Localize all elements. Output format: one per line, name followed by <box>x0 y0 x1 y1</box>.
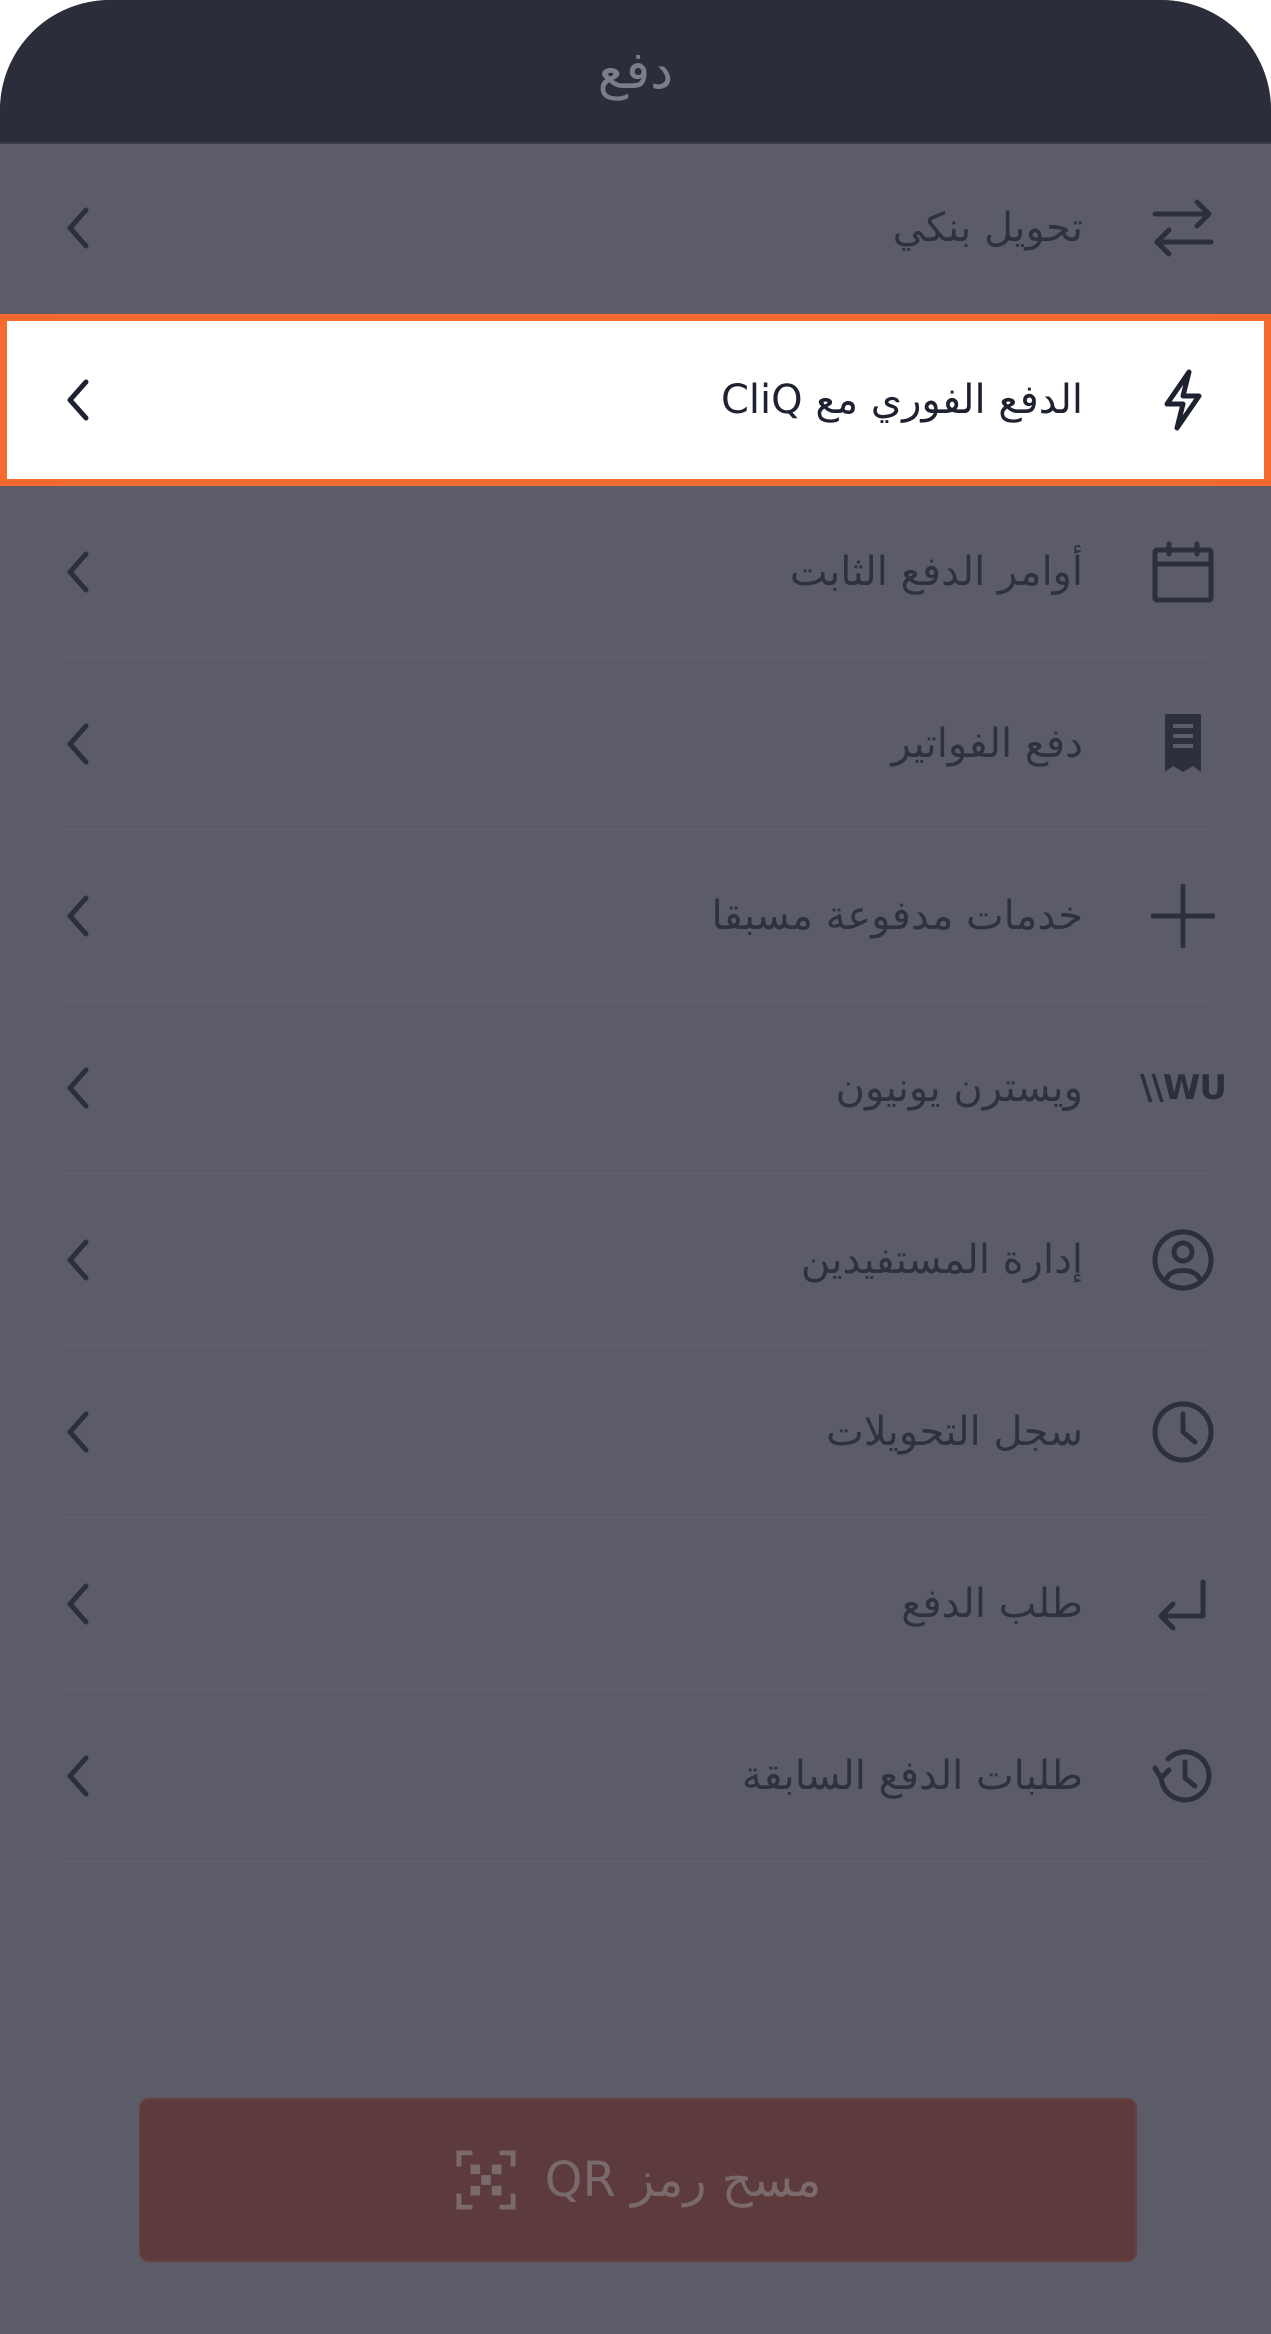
chevron-left-icon <box>67 1411 89 1453</box>
menu-item-label: أوامر الدفع الثابت <box>789 549 1083 595</box>
menu-item-label: الدفع الفوري مع CliQ <box>720 377 1083 423</box>
menu-item-label: دفع الفواتير <box>891 721 1083 767</box>
chevron-left-icon <box>67 1239 89 1281</box>
scan-qr-label: مسح رمز QR <box>544 2152 822 2208</box>
qr-scan-icon <box>456 2150 516 2210</box>
menu-item-previous-payment-requests[interactable]: طلبات الدفع السابقة <box>0 1690 1271 1862</box>
chevron-left-icon <box>67 1583 89 1625</box>
western-union-logo-text: \\WU <box>1140 1068 1227 1108</box>
menu-item-label: ويسترن يونيون <box>835 1065 1083 1111</box>
menu-item-western-union[interactable]: \\WU ويسترن يونيون <box>0 1002 1271 1174</box>
calendar-icon <box>1151 540 1215 604</box>
receipt-icon <box>1151 712 1215 776</box>
chevron-left-icon <box>67 1067 89 1109</box>
menu-item-label: تحويل بنكي <box>892 205 1083 251</box>
menu-item-bank-transfer[interactable]: تحويل بنكي <box>0 142 1271 314</box>
chevron-left-icon <box>67 723 89 765</box>
clock-icon <box>1151 1400 1215 1464</box>
menu-item-label: سجل التحويلات <box>826 1409 1083 1455</box>
western-union-logo-icon: \\WU <box>1140 1056 1227 1120</box>
menu-item-bill-payment[interactable]: دفع الفواتير <box>0 658 1271 830</box>
chevron-left-icon <box>67 1755 89 1797</box>
menu-item-manage-beneficiaries[interactable]: إدارة المستفيدين <box>0 1174 1271 1346</box>
menu-item-cliq[interactable]: الدفع الفوري مع CliQ <box>0 314 1271 486</box>
chevron-left-icon <box>67 551 89 593</box>
history-icon <box>1151 1744 1215 1808</box>
payments-screen: دفع تحويل بنكي الدفع الفوري مع CliQ أوام… <box>0 0 1271 2334</box>
page-title: دفع <box>0 0 1271 144</box>
chevron-left-icon <box>67 379 89 421</box>
return-arrow-icon <box>1151 1572 1215 1636</box>
menu-item-label: طلبات الدفع السابقة <box>741 1753 1083 1799</box>
menu-item-label: إدارة المستفيدين <box>800 1237 1083 1283</box>
chevron-left-icon <box>67 207 89 249</box>
user-circle-icon <box>1151 1228 1215 1292</box>
chevron-left-icon <box>67 895 89 937</box>
menu-item-prepaid-services[interactable]: خدمات مدفوعة مسبقا <box>0 830 1271 1002</box>
plus-icon <box>1151 884 1215 948</box>
menu-item-label: طلب الدفع <box>901 1581 1083 1627</box>
transfer-arrows-icon <box>1151 196 1215 260</box>
menu-item-transfer-history[interactable]: سجل التحويلات <box>0 1346 1271 1518</box>
menu-item-label: خدمات مدفوعة مسبقا <box>711 893 1083 939</box>
payment-menu: تحويل بنكي الدفع الفوري مع CliQ أوامر ال… <box>0 142 1271 1862</box>
lightning-icon <box>1151 368 1215 432</box>
menu-item-standing-orders[interactable]: أوامر الدفع الثابت <box>0 486 1271 658</box>
menu-item-payment-request[interactable]: طلب الدفع <box>0 1518 1271 1690</box>
scan-qr-button[interactable]: مسح رمز QR <box>139 2098 1137 2262</box>
